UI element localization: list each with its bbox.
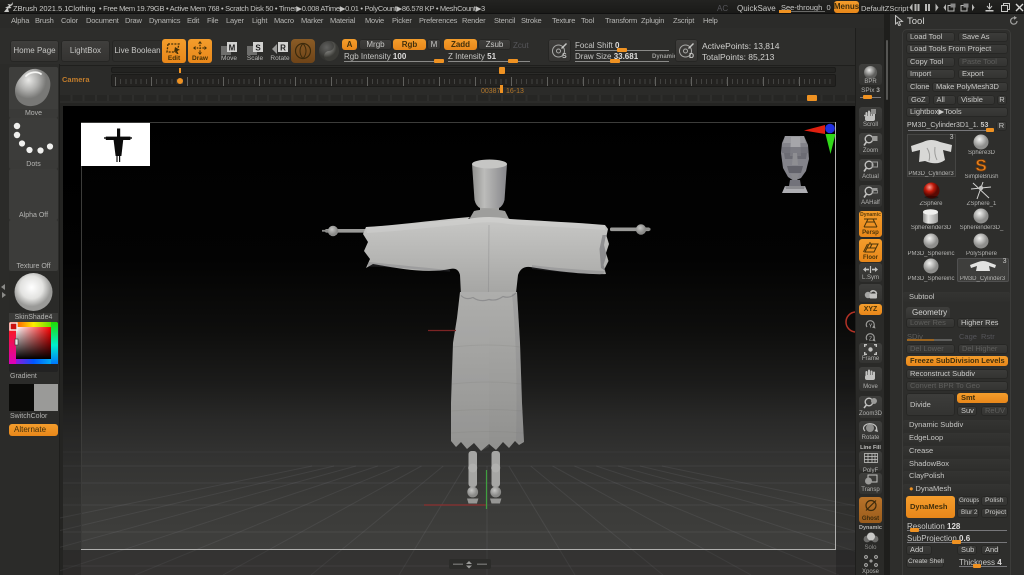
- svg-text:Y: Y: [869, 324, 873, 330]
- svg-text:S: S: [562, 53, 567, 59]
- svg-text:Z: Z: [869, 337, 872, 343]
- svg-text:R: R: [280, 44, 286, 53]
- svg-text:M: M: [229, 44, 236, 53]
- svg-text:S: S: [975, 157, 986, 174]
- svg-text:D: D: [689, 53, 694, 59]
- svg-text:S: S: [255, 44, 261, 53]
